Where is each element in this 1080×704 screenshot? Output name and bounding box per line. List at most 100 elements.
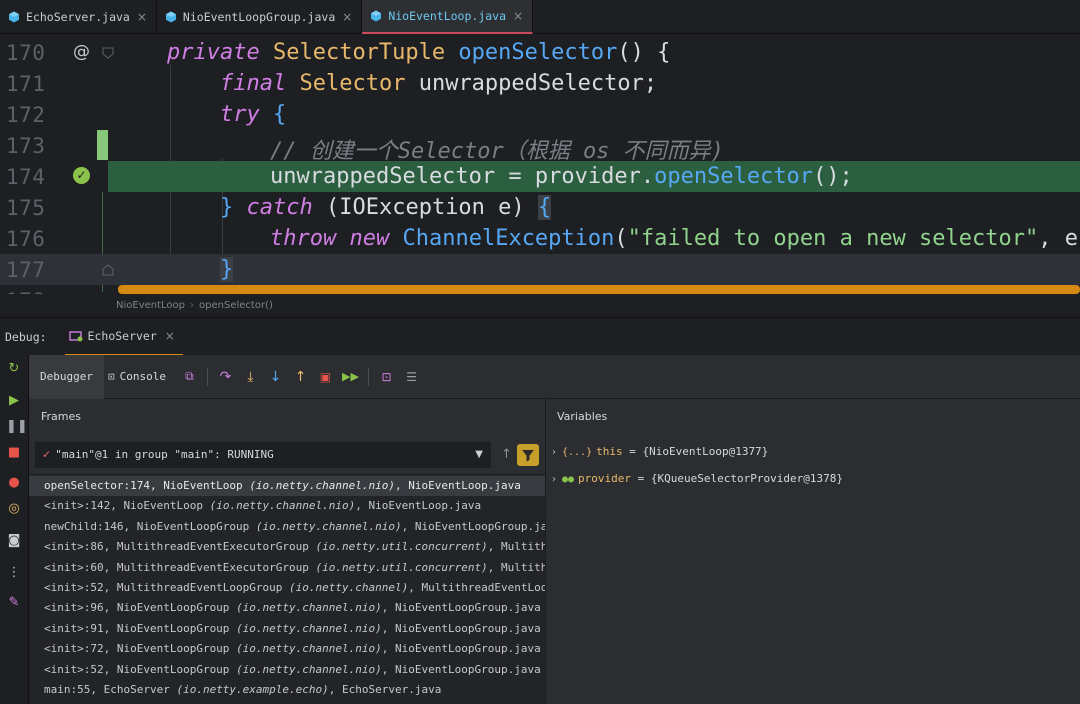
frames-list[interactable]: openSelector:174, NioEventLoop (io.netty… [29,476,545,704]
suspended-check-icon: ✓ [42,448,52,461]
horizontal-scrollbar[interactable] [118,285,1080,294]
code-text: unwrappedSelector = provider.openSelecto… [270,164,853,189]
evaluate-expression-icon[interactable]: ⊡ [374,370,399,384]
frame-row[interactable]: <init>:142, NioEventLoop (io.netty.chann… [29,496,545,516]
variables-panel-title: Variables [557,410,608,423]
debug-tool-window-header: Debug: EchoServer × [0,317,1080,356]
tab-label: EchoServer.java [26,10,130,24]
line-number: 173 [6,134,46,158]
frame-row[interactable]: <init>:86, MultithreadEventExecutorGroup… [29,537,545,557]
pin-icon[interactable]: ✎ [6,595,22,611]
step-over-icon[interactable]: ↷ [213,369,238,385]
thread-selector-row: ✓"main"@1 in group "main": RUNNING ▼ ↑ ↓ [29,435,545,475]
line-number: 174 [6,165,46,189]
mute-breakpoints-icon[interactable]: ◎ [6,501,22,517]
line-number: 171 [6,72,46,96]
resume-icon[interactable]: ▶ [6,393,22,409]
code-editor[interactable]: 170 @ private SelectorTuple openSelector… [0,34,1080,294]
code-line-172[interactable]: 172 try { [0,99,1080,130]
override-icon[interactable]: @ [73,42,90,62]
debug-session-icon [68,330,83,341]
variables-panel[interactable]: Variables › {...} this = {NioEventLoop@137… [545,399,1080,704]
tab-debugger[interactable]: Debugger [29,354,104,399]
toolbar-separator [367,367,369,386]
java-class-icon [165,11,176,23]
tab-label: Console [119,370,166,383]
line-number: 170 [6,41,46,65]
frame-row[interactable]: <init>:96, NioEventLoopGroup (io.netty.c… [29,598,545,618]
fold-end-icon[interactable] [102,264,114,276]
code-line-175[interactable]: 175 } catch (IOException e) { [0,192,1080,223]
frame-row[interactable]: <init>:91, NioEventLoopGroup (io.netty.c… [29,619,545,639]
rerun-icon[interactable]: ↻ [6,361,22,377]
frame-row[interactable]: <init>:52, MultithreadEventLoopGroup (io… [29,578,545,598]
frame-row[interactable]: <init>:72, NioEventLoopGroup (io.netty.c… [29,639,545,659]
debug-side-toolbar: ↻ ▶ ❚❚ ■ ● ◎ ◙ ⋮ ✎ [0,355,29,704]
field-icon: ●● [562,474,575,485]
tab-nioeventloopgroup[interactable]: NioEventLoopGroup.java × [157,0,363,34]
frame-row[interactable]: openSelector:174, NioEventLoop (io.netty… [29,476,545,497]
restore-layout-icon[interactable]: ⧉ [177,369,202,384]
variable-name: provider [578,472,632,485]
tab-label: Debugger [40,370,93,383]
filter-icon[interactable] [517,444,539,466]
code-line-173[interactable]: 173 // 创建一个Selector（根据 os 不同而异) [0,130,1080,164]
code-line-174[interactable]: 174 ✓ unwrappedSelector = provider.openS… [0,161,1080,192]
frame-row[interactable]: newChild:146, NioEventLoopGroup (io.nett… [29,517,545,537]
chevron-down-icon[interactable]: ▼ [475,442,483,468]
variable-name: this [596,445,623,458]
expand-icon[interactable]: › [552,447,556,458]
breadcrumb-class[interactable]: NioEventLoop [116,300,185,311]
expand-icon[interactable]: › [552,474,556,485]
tab-nioeventloop[interactable]: NioEventLoop.java × [362,0,534,34]
code-line-176[interactable]: 176 throw new ChannelException("failed t… [0,223,1080,254]
force-step-into-icon[interactable]: ↓ [263,369,288,385]
variable-value: = {NioEventLoop@1377} [622,445,769,458]
line-number: 176 [6,227,46,251]
fold-icon[interactable] [102,47,114,59]
view-breakpoints-icon[interactable]: ● [6,475,22,491]
close-icon[interactable]: × [513,9,523,23]
breadcrumb: NioEventLoop › openSelector() [0,294,1080,317]
step-out-icon[interactable]: ↑ [288,369,313,385]
pause-icon[interactable]: ❚❚ [6,419,28,435]
run-to-cursor-icon[interactable]: ▶▶ [338,370,363,383]
tab-echoserver[interactable]: EchoServer.java × [0,0,157,34]
step-into-icon[interactable]: ⤓ [238,369,263,385]
debugger-toolbar: Debugger ⊡ Console ⧉ ↷ ⤓ ↓ ↑ ▣ ▶▶ ⊡ ☰ [29,354,1080,399]
breadcrumb-method[interactable]: openSelector() [199,300,273,311]
frame-row[interactable]: main:55, EchoServer (io.netty.example.ec… [29,680,545,700]
close-icon[interactable]: × [342,10,352,24]
code-line-177[interactable]: 177 } [0,254,1080,285]
code-text: } catch (IOException e) { [220,195,552,220]
close-icon[interactable]: × [165,329,175,343]
variable-row-provider[interactable]: › ●● provider = {KQueueSelectorProvider@13… [546,468,1080,490]
thread-name: "main"@1 in group "main": RUNNING [55,448,274,461]
variable-row-this[interactable]: › {...} this = {NioEventLoop@1377} [546,441,1080,463]
breakpoint-check-icon[interactable]: ✓ [73,167,90,184]
thread-dropdown[interactable]: ✓ "main"@1 in group "main": RUNNING ▼ [35,442,491,468]
toolbar-separator [206,367,208,386]
code-text: } [220,257,234,282]
camera-icon[interactable]: ◙ [6,533,22,549]
code-line-170[interactable]: 170 @ private SelectorTuple openSelector… [0,37,1080,68]
variable-value: = {KQueueSelectorProvider@1378} [631,472,843,485]
previous-frame-icon[interactable]: ↑ [501,447,512,462]
debug-session-tab[interactable]: EchoServer × [64,318,183,356]
code-line-171[interactable]: 171 final Selector unwrappedSelector; [0,68,1080,99]
java-class-icon [371,10,382,22]
code-text: final Selector unwrappedSelector; [220,71,658,96]
tab-label: NioEventLoopGroup.java [182,10,336,24]
code-text: throw new ChannelException("failed to op… [270,226,1080,251]
line-number: 175 [6,196,46,220]
tab-console[interactable]: ⊡ Console [104,355,177,399]
console-icon: ⊡ [107,370,115,383]
frame-row[interactable]: <init>:60, MultithreadEventExecutorGroup… [29,558,545,578]
close-icon[interactable]: × [137,10,147,24]
frame-row[interactable]: <init>:52, NioEventLoopGroup (io.netty.c… [29,660,545,680]
java-class-icon [9,11,19,23]
stop-icon[interactable]: ■ [6,445,22,461]
trace-icon[interactable]: ☰ [399,370,424,384]
drop-frame-icon[interactable]: ▣ [313,370,338,384]
more-options-icon[interactable]: ⋮ [6,565,22,581]
